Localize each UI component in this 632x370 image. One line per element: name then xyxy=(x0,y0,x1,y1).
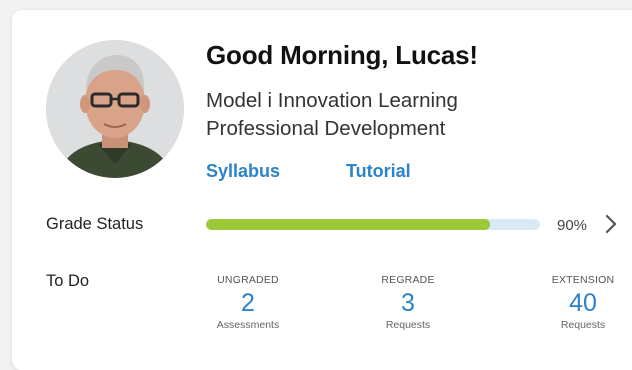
course-name: Model i Innovation Learning Professional… xyxy=(206,89,458,140)
tutorial-link[interactable]: Tutorial xyxy=(346,161,411,182)
todo-label: To Do xyxy=(46,272,90,290)
syllabus-link[interactable]: Syllabus xyxy=(206,161,280,182)
todo-regrade[interactable]: REGRADE 3 Requests xyxy=(353,274,463,331)
grade-progress-fill xyxy=(206,219,490,230)
dashboard-card: Good Morning, Lucas! Model i Innovation … xyxy=(12,10,632,370)
todo-subtitle: Requests xyxy=(560,319,606,331)
chevron-right-icon[interactable] xyxy=(604,214,618,234)
todo-subtitle: Requests xyxy=(385,319,431,331)
avatar xyxy=(46,40,184,178)
grade-status-label: Grade Status xyxy=(46,215,144,233)
todo-caption: REGRADE xyxy=(381,274,435,286)
todo-count: 40 xyxy=(569,289,597,317)
grade-progress-bar xyxy=(206,219,540,230)
greeting-title: Good Morning, Lucas! xyxy=(206,40,478,70)
todo-extension[interactable]: EXTENSION 40 Requests xyxy=(528,274,632,331)
todo-ungraded[interactable]: UNGRADED 2 Assessments xyxy=(193,274,303,331)
todo-count: 3 xyxy=(401,289,415,317)
grade-percent: 90% xyxy=(557,217,588,234)
todo-caption: EXTENSION xyxy=(551,274,615,286)
todo-subtitle: Assessments xyxy=(216,319,280,331)
todo-count: 2 xyxy=(241,289,255,317)
todo-caption: UNGRADED xyxy=(217,274,279,286)
avatar-photo xyxy=(46,40,184,178)
